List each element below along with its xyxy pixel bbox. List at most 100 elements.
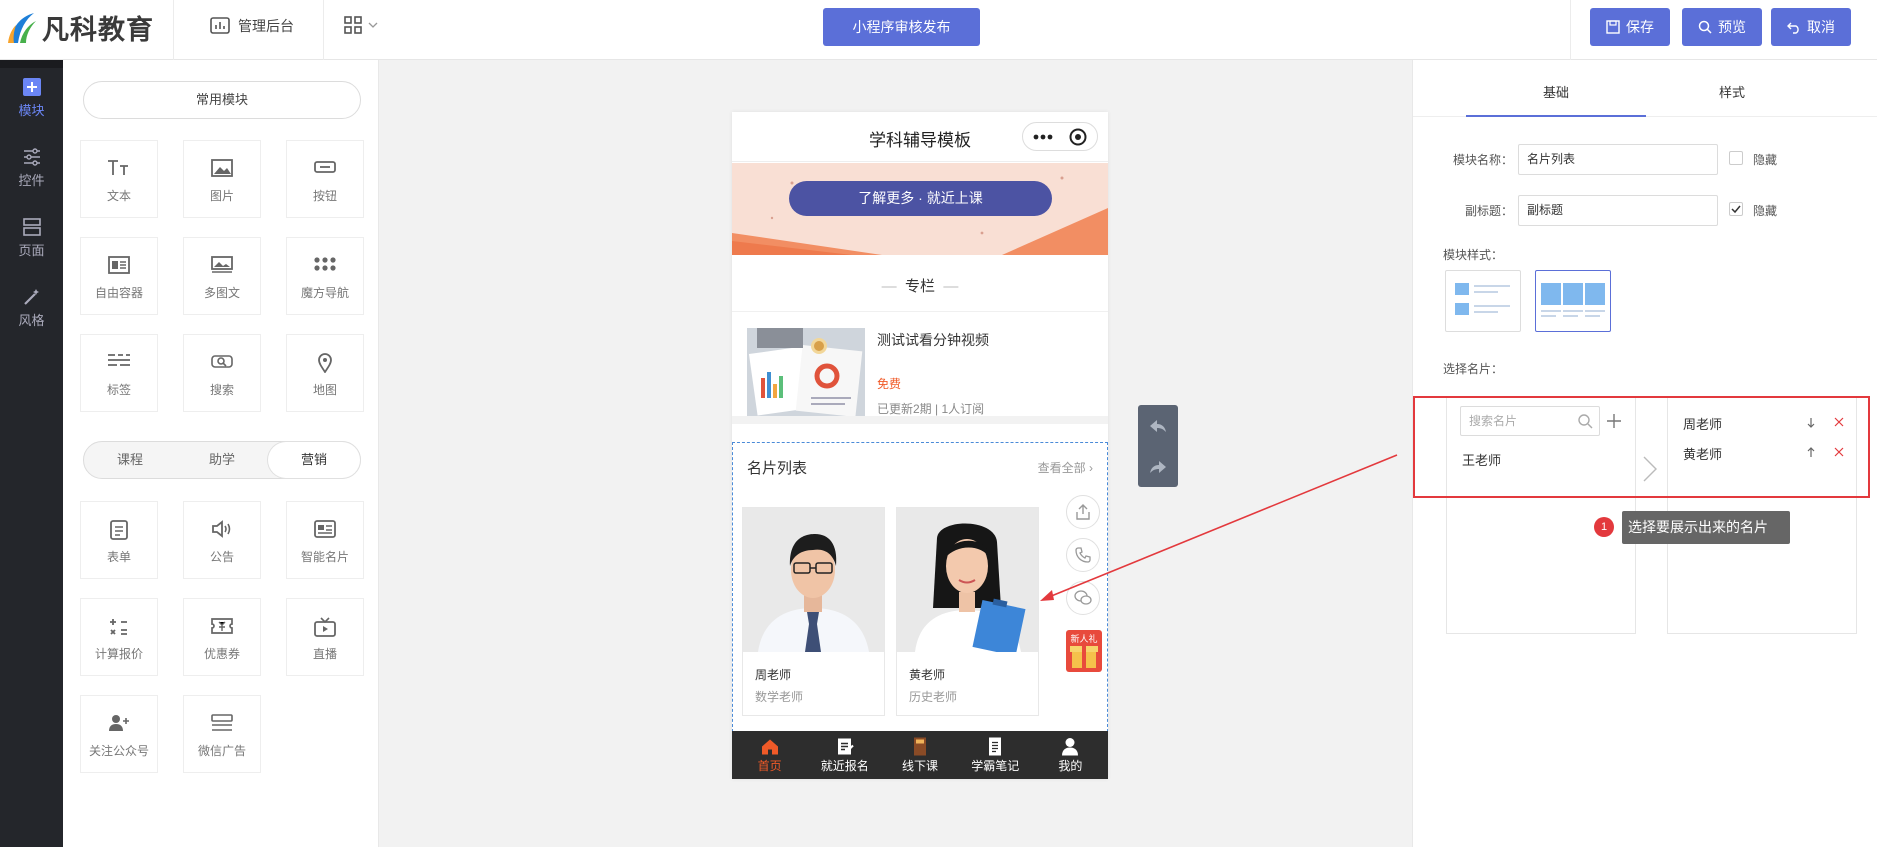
section-title: 专栏: [904, 278, 935, 295]
ad-icon: [211, 714, 233, 731]
tooltip: 选择要展示出来的名片: [1622, 511, 1790, 544]
mini-program-capsule[interactable]: [1022, 122, 1098, 151]
tab-study-aid[interactable]: 助学: [176, 442, 268, 478]
module-coupon[interactable]: 优惠券: [183, 598, 261, 676]
module-image[interactable]: 图片: [183, 140, 261, 218]
module-label: 多图文: [203, 286, 240, 300]
tab-signup[interactable]: 就近报名: [807, 731, 882, 779]
module-label: 魔方导航: [300, 286, 349, 300]
gift-label: 新人礼: [1070, 634, 1098, 644]
module-button[interactable]: 按钮: [286, 140, 364, 218]
modules-panel: 常用模块 文本 图片 按钮 自由容器 多图文 魔方导航 标签 搜索 地图 课程 …: [63, 60, 379, 847]
admin-link[interactable]: 管理后台: [210, 16, 294, 36]
module-text[interactable]: 文本: [80, 140, 158, 218]
hide-module-checkbox[interactable]: [1729, 151, 1743, 165]
card-list-title: 名片列表: [747, 460, 808, 477]
tab-notes[interactable]: 学霸笔记: [958, 731, 1033, 779]
module-label: 计算报价: [94, 647, 143, 661]
cancel-button[interactable]: 取消: [1771, 8, 1851, 46]
teacher-card[interactable]: 周老师 数学老师: [742, 507, 885, 716]
apps-menu[interactable]: [344, 16, 378, 34]
tab-basic[interactable]: 基础: [1543, 82, 1569, 101]
tv-icon: [314, 617, 336, 637]
new-user-gift[interactable]: 新人礼: [1066, 630, 1102, 672]
publish-button[interactable]: 小程序审核发布: [823, 8, 980, 46]
more-dots-icon: [1033, 134, 1053, 140]
save-icon: [1606, 20, 1620, 34]
tab-marketing[interactable]: 营销: [268, 442, 360, 478]
banner[interactable]: 了解更多 · 就近上课: [732, 163, 1108, 255]
text-icon: [108, 160, 128, 175]
undo-arrow-icon: [1150, 419, 1166, 432]
layout-icon: [22, 218, 41, 236]
module-container[interactable]: 自由容器: [80, 237, 158, 315]
nav-item-style[interactable]: 风格: [0, 288, 63, 329]
subtitle-label: 副标题：: [1465, 204, 1514, 218]
subtitle-input[interactable]: 副标题: [1518, 195, 1718, 226]
module-tags[interactable]: 标签: [80, 334, 158, 412]
nav-item-controls[interactable]: 控件: [0, 148, 63, 189]
teacher-card[interactable]: 黄老师 历史老师: [896, 507, 1039, 716]
section-header: — 专栏 —: [732, 262, 1108, 312]
preview-label: 预览: [1718, 19, 1746, 35]
course-item[interactable]: 测试试看分钟视频 免费 已更新2期 | 1人订阅: [732, 312, 1108, 424]
module-smart-card[interactable]: 智能名片: [286, 501, 364, 579]
course-price: 免费: [877, 377, 902, 391]
module-calculator[interactable]: 计算报价: [80, 598, 158, 676]
undo-button[interactable]: [1138, 405, 1178, 446]
annotation-arrow: [1040, 454, 1398, 601]
check-icon: [1731, 205, 1741, 214]
search-icon: [1698, 20, 1712, 34]
course-title: 测试试看分钟视频: [877, 332, 989, 348]
module-name-input[interactable]: 名片列表: [1518, 144, 1718, 175]
tab-home[interactable]: 首页: [732, 731, 807, 779]
module-live[interactable]: 直播: [286, 598, 364, 676]
bottom-tabbar: 首页 就近报名 线下课 学霸笔记 我的: [732, 731, 1108, 779]
logo-text: 凡科教育: [42, 15, 154, 45]
nav-item-pages[interactable]: 页面: [0, 218, 63, 259]
course-meta: 已更新2期 | 1人订阅: [877, 402, 985, 416]
teacher-name: 黄老师: [909, 668, 946, 682]
module-follow-account[interactable]: 关注公众号: [80, 695, 158, 773]
tab-label: 我的: [1058, 759, 1083, 773]
divider: [1570, 0, 1571, 60]
logo[interactable]: 凡科教育: [6, 8, 154, 47]
hide-label: 隐藏: [1753, 153, 1778, 167]
undo-icon: [1787, 22, 1799, 34]
module-label: 标签: [106, 383, 131, 397]
module-notice[interactable]: 公告: [183, 501, 261, 579]
form-icon: [110, 520, 128, 540]
style-option-list[interactable]: [1445, 270, 1521, 332]
speaker-icon: [212, 520, 231, 538]
signup-icon: [837, 738, 854, 755]
style-option-grid[interactable]: [1535, 270, 1611, 332]
gallery-icon: [211, 256, 233, 273]
module-wechat-ad[interactable]: 微信广告: [183, 695, 261, 773]
tab-style[interactable]: 样式: [1719, 82, 1745, 101]
module-form[interactable]: 表单: [80, 501, 158, 579]
tab-course[interactable]: 课程: [84, 442, 176, 478]
user-icon: [1062, 738, 1079, 756]
close-target-icon: [1069, 128, 1087, 146]
module-grid-nav[interactable]: 魔方导航: [286, 237, 364, 315]
left-nav: 模块 控件 页面 风格: [0, 60, 63, 847]
tab-mine[interactable]: 我的: [1033, 731, 1108, 779]
module-label: 地图: [312, 383, 337, 397]
nav-item-modules[interactable]: 模块: [0, 78, 63, 119]
settings-tabs: 基础 样式: [1413, 60, 1877, 117]
module-label: 智能名片: [300, 550, 349, 564]
hide-subtitle-checkbox[interactable]: [1729, 202, 1743, 216]
save-button[interactable]: 保存: [1590, 8, 1670, 46]
module-label: 表单: [106, 550, 131, 564]
module-map[interactable]: 地图: [286, 334, 364, 412]
chevron-down-icon: [368, 22, 378, 28]
module-label: 优惠券: [203, 647, 240, 661]
preview-button[interactable]: 预览: [1682, 8, 1762, 46]
tab-offline[interactable]: 线下课: [882, 731, 957, 779]
module-label: 图片: [209, 189, 234, 203]
banner-button[interactable]: 了解更多 · 就近上课: [789, 181, 1052, 216]
logo-icon: [8, 12, 36, 43]
container-icon: [108, 256, 130, 274]
module-search[interactable]: 搜索: [183, 334, 261, 412]
module-gallery[interactable]: 多图文: [183, 237, 261, 315]
